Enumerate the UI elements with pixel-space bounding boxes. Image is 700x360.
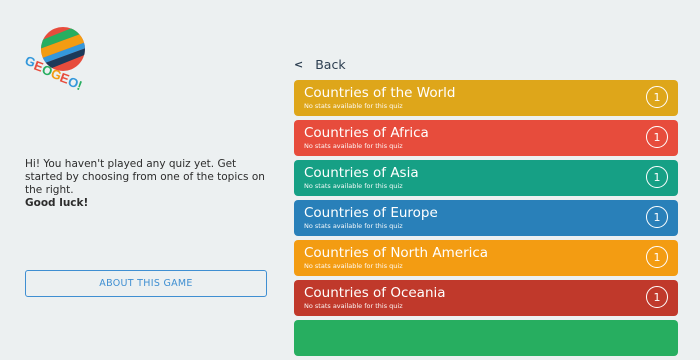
- quiz-stats-text: No stats available for this quiz: [304, 222, 403, 230]
- quiz-card-oceania[interactable]: Countries of Oceania No stats available …: [294, 280, 678, 316]
- intro-message: Hi! You haven't played any quiz yet. Get…: [25, 158, 265, 196]
- quiz-stats-text: No stats available for this quiz: [304, 182, 403, 190]
- good-luck-text: Good luck!: [25, 197, 89, 209]
- quiz-card-partial[interactable]: [294, 320, 678, 356]
- quiz-count-badge: 1: [646, 246, 668, 268]
- quiz-title: Countries of Africa: [304, 125, 429, 141]
- quiz-stats-text: No stats available for this quiz: [304, 102, 403, 110]
- quiz-stats-text: No stats available for this quiz: [304, 262, 403, 270]
- quiz-count-badge: 1: [646, 286, 668, 308]
- quiz-stats-text: No stats available for this quiz: [304, 142, 403, 150]
- quiz-card-north-america[interactable]: Countries of North America No stats avai…: [294, 240, 678, 276]
- about-game-button[interactable]: ABOUT THIS GAME: [25, 270, 267, 297]
- chevron-left-icon: <: [294, 57, 304, 71]
- quiz-count-badge: 1: [646, 166, 668, 188]
- quiz-stats-text: No stats available for this quiz: [304, 302, 403, 310]
- quiz-count-badge: 1: [646, 126, 668, 148]
- quiz-title: Countries of Asia: [304, 165, 419, 181]
- quiz-card-world[interactable]: Countries of the World No stats availabl…: [294, 80, 678, 116]
- quiz-card-asia[interactable]: Countries of Asia No stats available for…: [294, 160, 678, 196]
- back-label: Back: [315, 56, 346, 72]
- quiz-list: Countries of the World No stats availabl…: [294, 80, 678, 360]
- logo: G E O G E O !: [22, 24, 88, 93]
- quiz-title: Countries of Europe: [304, 205, 438, 221]
- back-link[interactable]: < Back: [294, 56, 346, 72]
- quiz-count-badge: 1: [646, 206, 668, 228]
- quiz-title: Countries of North America: [304, 245, 489, 261]
- quiz-card-africa[interactable]: Countries of Africa No stats available f…: [294, 120, 678, 156]
- quiz-title: Countries of Oceania: [304, 285, 446, 301]
- intro-text: Hi! You haven't played any quiz yet. Get…: [25, 158, 275, 210]
- quiz-title: Countries of the World: [304, 85, 456, 101]
- quiz-count-badge: 1: [646, 86, 668, 108]
- quiz-card-europe[interactable]: Countries of Europe No stats available f…: [294, 200, 678, 236]
